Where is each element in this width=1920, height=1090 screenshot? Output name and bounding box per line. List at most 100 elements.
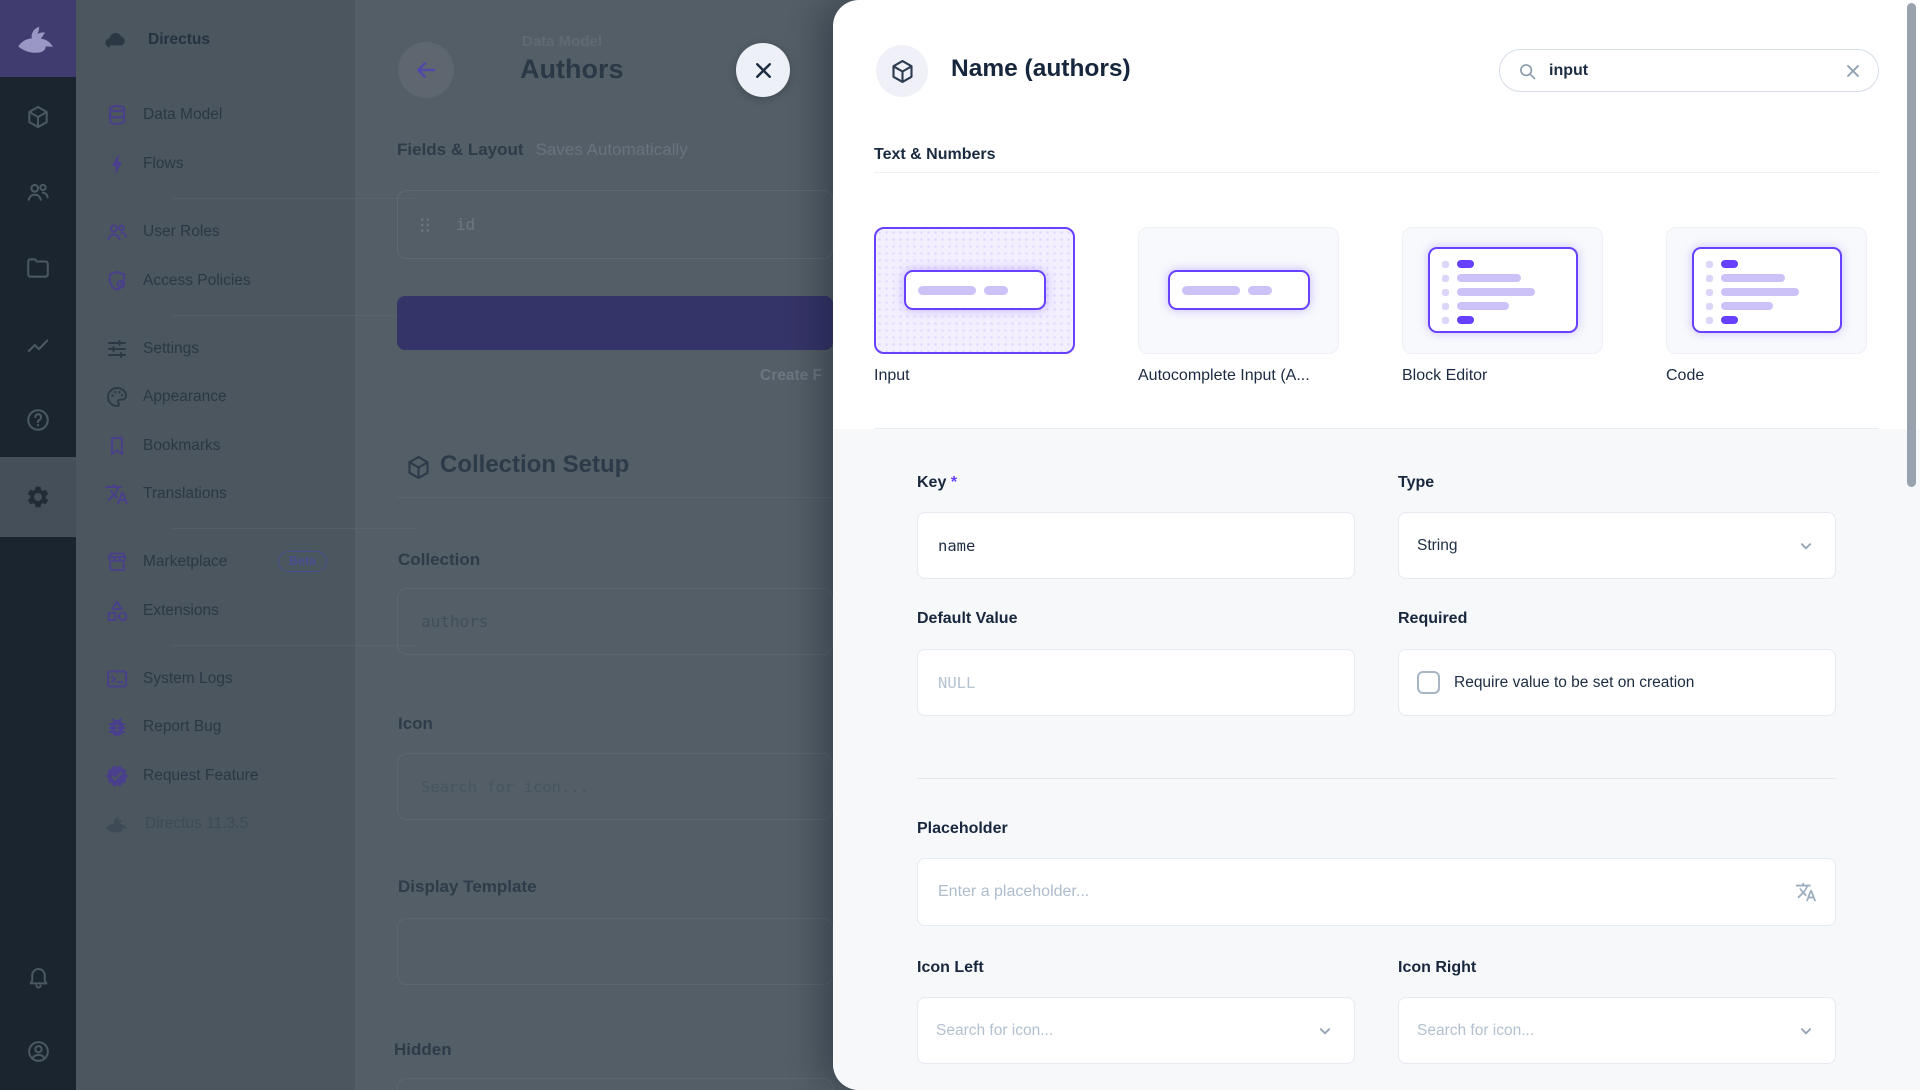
group-divider	[874, 172, 1879, 173]
gear-icon	[25, 484, 51, 510]
users-icon	[25, 179, 51, 205]
module-settings[interactable]	[0, 457, 76, 537]
page-title: Authors	[520, 54, 624, 85]
box-icon	[889, 58, 916, 85]
cloud-icon	[103, 28, 128, 53]
icon-label: Icon	[398, 714, 433, 734]
users-icon	[105, 220, 129, 244]
fields-layout-label: Fields & Layout	[397, 140, 524, 160]
display-template-input	[397, 918, 833, 985]
sidebar-item-translations[interactable]: Translations	[76, 470, 355, 518]
required-label: Required	[1398, 610, 1467, 628]
module-content[interactable]	[0, 79, 76, 155]
default-value-input[interactable]	[936, 673, 1336, 693]
bug-icon	[105, 715, 129, 739]
directus-app: Directus Data Model Flows User Roles Acc…	[0, 0, 1920, 1090]
icon-right-select[interactable]: Search for icon...	[1398, 997, 1836, 1064]
interface-card-input[interactable]	[874, 227, 1075, 354]
sidebar-item-bookmarks[interactable]: Bookmarks	[76, 422, 355, 470]
terminal-icon	[105, 667, 129, 691]
placeholder-input-wrap	[917, 858, 1836, 926]
field-id-label: id	[456, 215, 475, 234]
sidebar-item-marketplace[interactable]: Marketplace Beta	[76, 538, 355, 586]
form-divider	[917, 778, 1836, 779]
bolt-icon	[105, 152, 129, 176]
required-asterisk: *	[951, 474, 957, 491]
drag-handle-icon	[414, 214, 436, 236]
search-input[interactable]	[1547, 61, 1843, 81]
interface-card-autocomplete[interactable]	[1138, 227, 1339, 354]
list-preview-graphic	[1428, 247, 1578, 333]
placeholder-label: Placeholder	[917, 820, 1008, 838]
default-value-label: Default Value	[917, 610, 1017, 628]
drawer-overlay[interactable]: Data Model Authors Fields & Layout Saves…	[355, 0, 833, 1090]
collection-input: authors	[397, 588, 833, 655]
folder-icon	[25, 255, 51, 281]
placeholder-input[interactable]	[936, 882, 1795, 902]
field-config-drawer: Name (authors) Text & Numbers	[833, 0, 1920, 1090]
interface-card-code[interactable]	[1666, 227, 1867, 354]
chevron-down-icon	[1314, 1020, 1336, 1042]
hidden-label: Hidden	[394, 1040, 452, 1060]
sidebar-item-report-bug[interactable]: Report Bug	[76, 703, 355, 751]
key-label: Key *	[917, 474, 957, 492]
required-field-box: Require value to be set on creation	[1398, 649, 1836, 716]
interface-label-block-editor: Block Editor	[1402, 367, 1487, 385]
sidebar-item-appearance[interactable]: Appearance	[76, 373, 355, 421]
sidebar-item-flows[interactable]: Flows	[76, 140, 355, 188]
icon-left-select[interactable]: Search for icon...	[917, 997, 1355, 1064]
rabbit-icon	[17, 25, 59, 53]
project-header[interactable]: Directus	[76, 16, 355, 64]
close-drawer-button[interactable]	[736, 43, 790, 97]
module-insights[interactable]	[0, 307, 76, 383]
user-menu-button[interactable]	[0, 1013, 76, 1089]
interface-label-input: Input	[874, 367, 910, 385]
chevron-down-icon	[1795, 535, 1817, 557]
create-field-advanced-link: Create F	[760, 367, 822, 385]
section-divider	[397, 497, 833, 498]
bell-icon	[26, 964, 51, 989]
required-checkbox-text: Require value to be set on creation	[1454, 674, 1694, 692]
box-icon	[405, 454, 432, 481]
required-checkbox[interactable]	[1417, 671, 1440, 694]
close-icon	[751, 58, 776, 83]
display-template-label: Display Template	[398, 877, 537, 897]
interface-search[interactable]	[1499, 49, 1879, 92]
sidebar-item-extensions[interactable]: Extensions	[76, 587, 355, 635]
module-help[interactable]	[0, 382, 76, 458]
sidebar-item-access-policies[interactable]: Access Policies	[76, 257, 355, 305]
type-select[interactable]: String	[1398, 512, 1836, 579]
sidebar-item-data-model[interactable]: Data Model	[76, 91, 355, 139]
account-icon	[26, 1039, 51, 1064]
notifications-button[interactable]	[0, 938, 76, 1014]
clear-search-icon[interactable]	[1843, 61, 1863, 81]
box-icon	[25, 104, 51, 130]
drawer-scrollbar[interactable]	[1907, 3, 1916, 487]
breadcrumb: Data Model	[522, 33, 602, 50]
default-value-input-wrap	[917, 649, 1355, 716]
sidebar-item-request-feature[interactable]: Request Feature	[76, 752, 355, 800]
input-preview-graphic	[904, 270, 1046, 310]
icon-input: Search for icon...	[397, 753, 833, 820]
category-icon	[105, 599, 129, 623]
icon-right-label: Icon Right	[1398, 959, 1476, 977]
collection-setup-title: Collection Setup	[440, 451, 629, 479]
feature-badge-icon	[105, 764, 129, 788]
interface-card-block-editor[interactable]	[1402, 227, 1603, 354]
module-bar	[0, 0, 76, 1090]
module-users[interactable]	[0, 154, 76, 230]
sidebar-item-user-roles[interactable]: User Roles	[76, 208, 355, 256]
chevron-down-icon	[1795, 1020, 1817, 1042]
drawer-title: Name (authors)	[951, 55, 1131, 83]
sidebar-item-settings[interactable]: Settings	[76, 325, 355, 373]
help-icon	[25, 407, 51, 433]
directus-logo[interactable]	[0, 0, 76, 77]
key-input[interactable]	[936, 536, 1336, 556]
field-row-id: id	[397, 190, 833, 259]
key-input-wrap	[917, 512, 1355, 579]
module-files[interactable]	[0, 230, 76, 306]
interface-group-title: Text & Numbers	[874, 146, 996, 164]
back-button	[398, 42, 454, 98]
sidebar-item-system-logs[interactable]: System Logs	[76, 655, 355, 703]
create-field-button	[397, 296, 833, 350]
